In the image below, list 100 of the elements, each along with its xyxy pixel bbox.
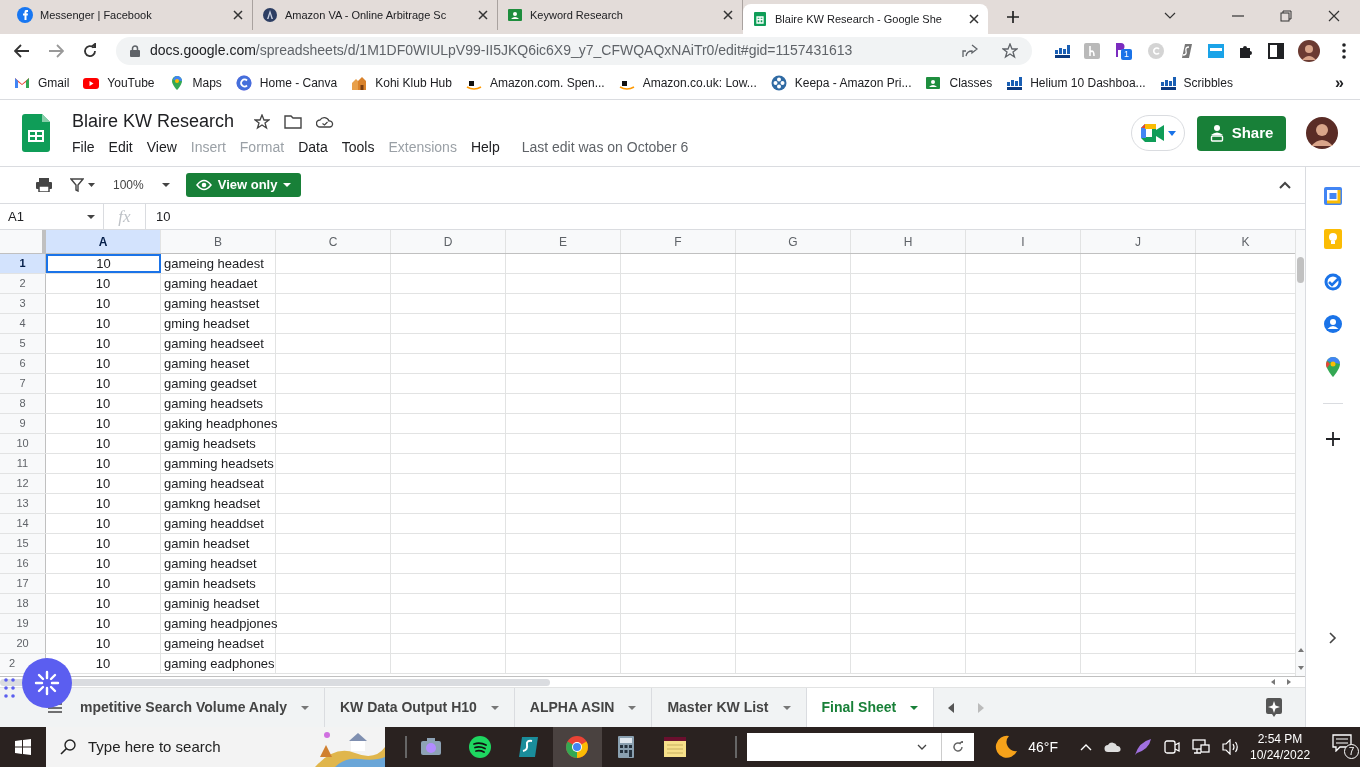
- sticky-note-icon[interactable]: [662, 735, 687, 759]
- column-header[interactable]: C: [276, 230, 391, 253]
- browser-tab[interactable]: Keyword Research: [498, 0, 743, 30]
- close-icon[interactable]: [478, 10, 488, 20]
- browser-tab[interactable]: Blaire KW Research - Google She: [743, 4, 988, 34]
- star-icon[interactable]: [1002, 42, 1018, 59]
- column-header[interactable]: G: [736, 230, 851, 253]
- column-header[interactable]: I: [966, 230, 1081, 253]
- star-icon[interactable]: [254, 113, 271, 130]
- menu-item[interactable]: Edit: [108, 137, 133, 158]
- column-header[interactable]: E: [506, 230, 621, 253]
- menu-item[interactable]: Data: [298, 137, 328, 158]
- weather-temperature[interactable]: 46°F: [1028, 736, 1058, 758]
- column-header[interactable]: H: [851, 230, 966, 253]
- browser-tab[interactable]: Messenger | Facebook: [8, 0, 253, 30]
- row-header[interactable]: 4: [19, 315, 26, 332]
- bookmark[interactable]: Maps: [168, 74, 222, 92]
- row-header[interactable]: 9: [19, 415, 26, 432]
- plus-icon[interactable]: [1006, 10, 1020, 24]
- scroll-right-icon[interactable]: [1287, 679, 1291, 685]
- toolbar-search-field[interactable]: [747, 733, 975, 761]
- share-icon[interactable]: [962, 43, 978, 58]
- address-bar[interactable]: docs.google.com/spreadsheets/d/1M1DF0WIULpV99-II5JKQ6ic6X9_y7_CFWQAQxNAiTr0/edit#gid=1157431613: [116, 36, 1032, 65]
- chevron-down-icon[interactable]: [1164, 12, 1176, 20]
- browser-tab[interactable]: Amazon VA - Online Arbitrage Sc: [253, 0, 498, 30]
- last-edit-text[interactable]: Last edit was on October 6: [521, 137, 689, 158]
- close-icon[interactable]: [969, 14, 979, 24]
- bookmark[interactable]: Keepa - Amazon Pri...: [770, 74, 912, 92]
- name-box[interactable]: A1: [0, 204, 104, 229]
- folder-icon[interactable]: [284, 114, 303, 129]
- row-header[interactable]: 7: [19, 375, 26, 392]
- document-title[interactable]: Blaire KW Research: [72, 108, 235, 135]
- more-bookmarks-button[interactable]: »: [1335, 71, 1344, 95]
- menu-item[interactable]: Help: [470, 137, 500, 158]
- formula-input[interactable]: 10: [156, 206, 1305, 227]
- row-header[interactable]: 2: [19, 275, 26, 292]
- forward-icon[interactable]: [48, 43, 64, 58]
- row-header[interactable]: 1: [19, 255, 26, 272]
- menu-item[interactable]: View: [146, 137, 177, 158]
- bookmark[interactable]: Gmail: [14, 74, 70, 92]
- cloud-icon[interactable]: [1104, 741, 1122, 753]
- reload-icon[interactable]: [82, 42, 98, 59]
- explore-icon[interactable]: [1265, 697, 1283, 718]
- extension-icon[interactable]: [1114, 41, 1126, 58]
- more-icon[interactable]: [1342, 42, 1346, 59]
- windows-start-icon[interactable]: [15, 739, 31, 755]
- scroll-left-icon[interactable]: [1271, 679, 1275, 685]
- row-header[interactable]: 5: [19, 335, 26, 352]
- menu-item[interactable]: File: [72, 137, 95, 158]
- chevron-up-icon[interactable]: [1279, 181, 1291, 189]
- app-icon[interactable]: [516, 735, 541, 759]
- restore-icon[interactable]: [1280, 10, 1292, 22]
- network-icon[interactable]: [1192, 739, 1210, 755]
- column-header[interactable]: A: [46, 230, 161, 253]
- bookmark[interactable]: Amazon.com. Spen...: [465, 74, 605, 92]
- bookmark[interactable]: Kohi Klub Hub: [351, 74, 452, 92]
- plus-icon[interactable]: [1326, 432, 1340, 446]
- calendar-icon[interactable]: [1324, 187, 1342, 205]
- selected-cell[interactable]: 10: [46, 254, 161, 273]
- scrollbar-thumb[interactable]: [0, 678, 550, 686]
- check-circle-icon[interactable]: [1324, 273, 1342, 291]
- grip-dots-icon[interactable]: [4, 678, 16, 698]
- bookmark[interactable]: Helium 10 Dashboa...: [1006, 74, 1146, 92]
- webcam-icon[interactable]: [1164, 739, 1180, 755]
- map-pin-icon[interactable]: [1326, 357, 1340, 377]
- feather-icon[interactable]: [1134, 738, 1152, 756]
- row-header[interactable]: 3: [19, 295, 26, 312]
- bookmark[interactable]: Scribbles: [1159, 74, 1233, 92]
- row-header[interactable]: 8: [19, 395, 26, 412]
- search-box[interactable]: Type here to search: [46, 727, 385, 767]
- search-field[interactable]: Type here to search: [88, 735, 258, 759]
- close-icon[interactable]: [723, 10, 733, 20]
- close-icon[interactable]: [233, 10, 243, 20]
- caret-icon[interactable]: [88, 183, 95, 187]
- scroll-up-icon[interactable]: [1298, 648, 1304, 652]
- column-header[interactable]: F: [621, 230, 736, 253]
- bookmark[interactable]: YouTube: [83, 74, 155, 92]
- view-only-button[interactable]: View only: [185, 173, 302, 197]
- speaker-icon[interactable]: [1222, 739, 1240, 755]
- scroll-left-icon[interactable]: [948, 702, 955, 713]
- bookmark[interactable]: Home - Canva: [235, 74, 338, 92]
- avatar-icon[interactable]: [1298, 39, 1320, 62]
- avatar-icon[interactable]: [1306, 117, 1338, 149]
- bookmark[interactable]: Amazon.co.uk: Low...: [618, 74, 757, 92]
- print-icon[interactable]: [36, 178, 52, 192]
- row-header[interactable]: 2: [9, 655, 16, 672]
- row-header[interactable]: 6: [19, 355, 26, 372]
- chevron-right-icon[interactable]: [1329, 632, 1337, 644]
- scroll-down-icon[interactable]: [1298, 666, 1304, 670]
- back-icon[interactable]: [14, 43, 30, 58]
- share-button[interactable]: Share: [1197, 115, 1286, 151]
- column-header[interactable]: B: [161, 230, 276, 253]
- zoom-level[interactable]: 100%: [113, 176, 144, 194]
- side-panel-icon[interactable]: [1268, 42, 1284, 59]
- menu-item[interactable]: Tools: [341, 137, 375, 158]
- close-icon[interactable]: [1328, 10, 1340, 22]
- taskbar-clock[interactable]: 2:54 PM 10/24/2022: [1250, 731, 1311, 763]
- bookmark[interactable]: Classes: [925, 74, 993, 92]
- browser-icon[interactable]: [565, 735, 590, 759]
- caret-icon[interactable]: [161, 183, 170, 187]
